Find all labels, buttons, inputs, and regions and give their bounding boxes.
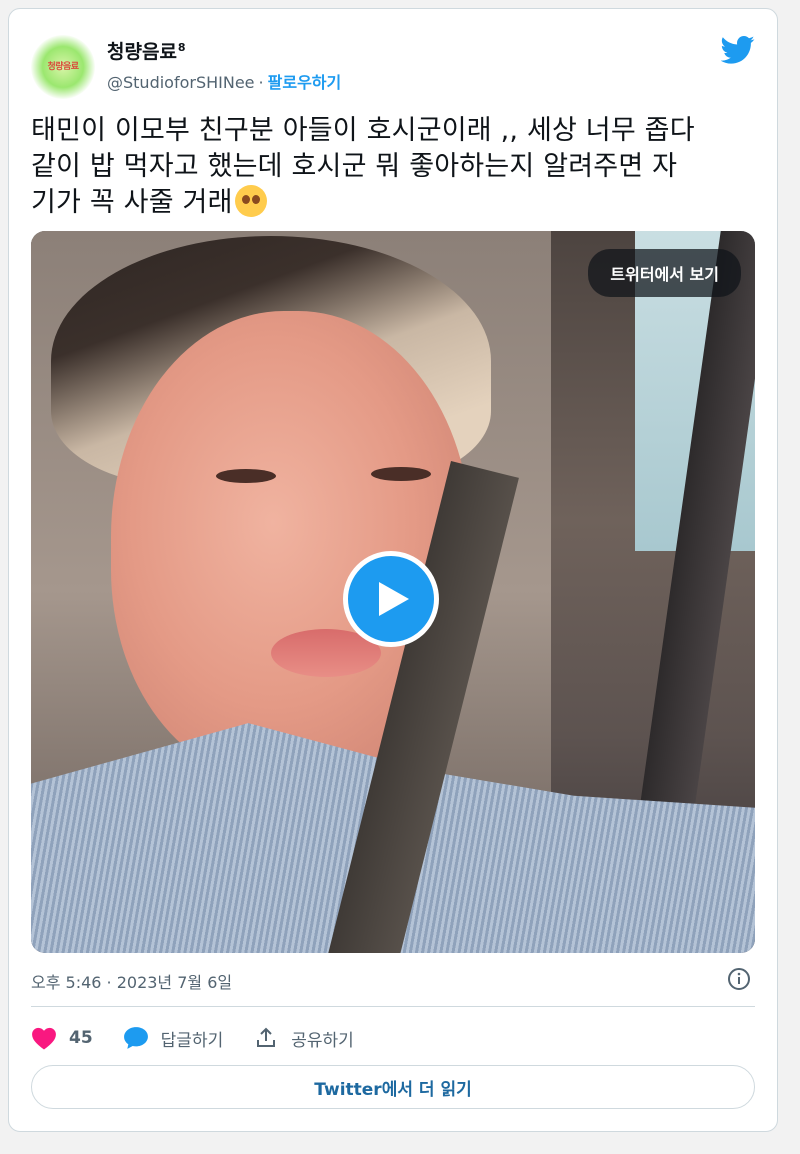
tweet-card: 청량음료 청량음료8 @StudioforSHINee · 팔로우하기 태민이 이모…	[8, 8, 778, 1132]
reply-button[interactable]: 답글하기	[123, 1026, 224, 1051]
right-eye-image	[371, 467, 431, 481]
tweet-text-line: 기가 꼭 사줄 거래	[31, 185, 761, 221]
tweet-timestamp[interactable]: 오후 5:46 · 2023년 7월 6일	[31, 969, 232, 993]
follow-link[interactable]: 팔로우하기	[268, 73, 342, 92]
play-icon	[379, 582, 409, 616]
play-button[interactable]	[343, 551, 439, 647]
divider	[31, 1006, 755, 1007]
info-icon[interactable]	[727, 967, 751, 991]
view-on-twitter-button[interactable]: 트위터에서 보기	[588, 249, 741, 297]
tweet-text-segment: 기가 꼭 사줄 거래	[31, 187, 233, 218]
reply-bubble-icon	[123, 1027, 148, 1049]
avatar-text: 청량음료	[47, 61, 79, 72]
display-name[interactable]: 청량음료8	[107, 37, 186, 64]
heart-eyes-emoji-icon	[234, 185, 267, 217]
twitter-bird-icon[interactable]	[721, 35, 755, 65]
share-label: 공유하기	[291, 1030, 354, 1051]
like-button[interactable]: 45	[31, 1026, 93, 1050]
user-handle[interactable]: @StudioforSHINee	[107, 73, 255, 92]
display-name-badge: 8	[177, 40, 186, 54]
like-count: 45	[69, 1028, 93, 1048]
handle-row: @StudioforSHINee · 팔로우하기	[107, 69, 341, 93]
tweet-text: 태민이 이모부 친구분 아들이 호시군이래 ,, 세상 너무 좁다 같이 밥 먹…	[31, 113, 761, 221]
avatar[interactable]: 청량음료	[31, 35, 95, 99]
video-thumbnail[interactable]: 트위터에서 보기	[31, 231, 755, 953]
handle-separator: ·	[258, 73, 264, 92]
tweet-text-line: 같이 밥 먹자고 했는데 호시군 뭐 좋아하는지 알려주면 자	[31, 151, 678, 182]
read-more-button[interactable]: Twitter에서 더 읽기	[31, 1065, 755, 1109]
reply-label: 답글하기	[160, 1030, 224, 1051]
share-button[interactable]: 공유하기	[253, 1026, 354, 1051]
action-bar: 45 답글하기 공유하기	[31, 1023, 384, 1053]
heart-icon	[32, 1027, 56, 1050]
left-eye-image	[216, 469, 276, 483]
share-icon	[257, 1027, 276, 1047]
tweet-text-line: 태민이 이모부 친구분 아들이 호시군이래 ,, 세상 너무 좁다	[31, 115, 695, 146]
display-name-text: 청량음료	[107, 41, 177, 63]
